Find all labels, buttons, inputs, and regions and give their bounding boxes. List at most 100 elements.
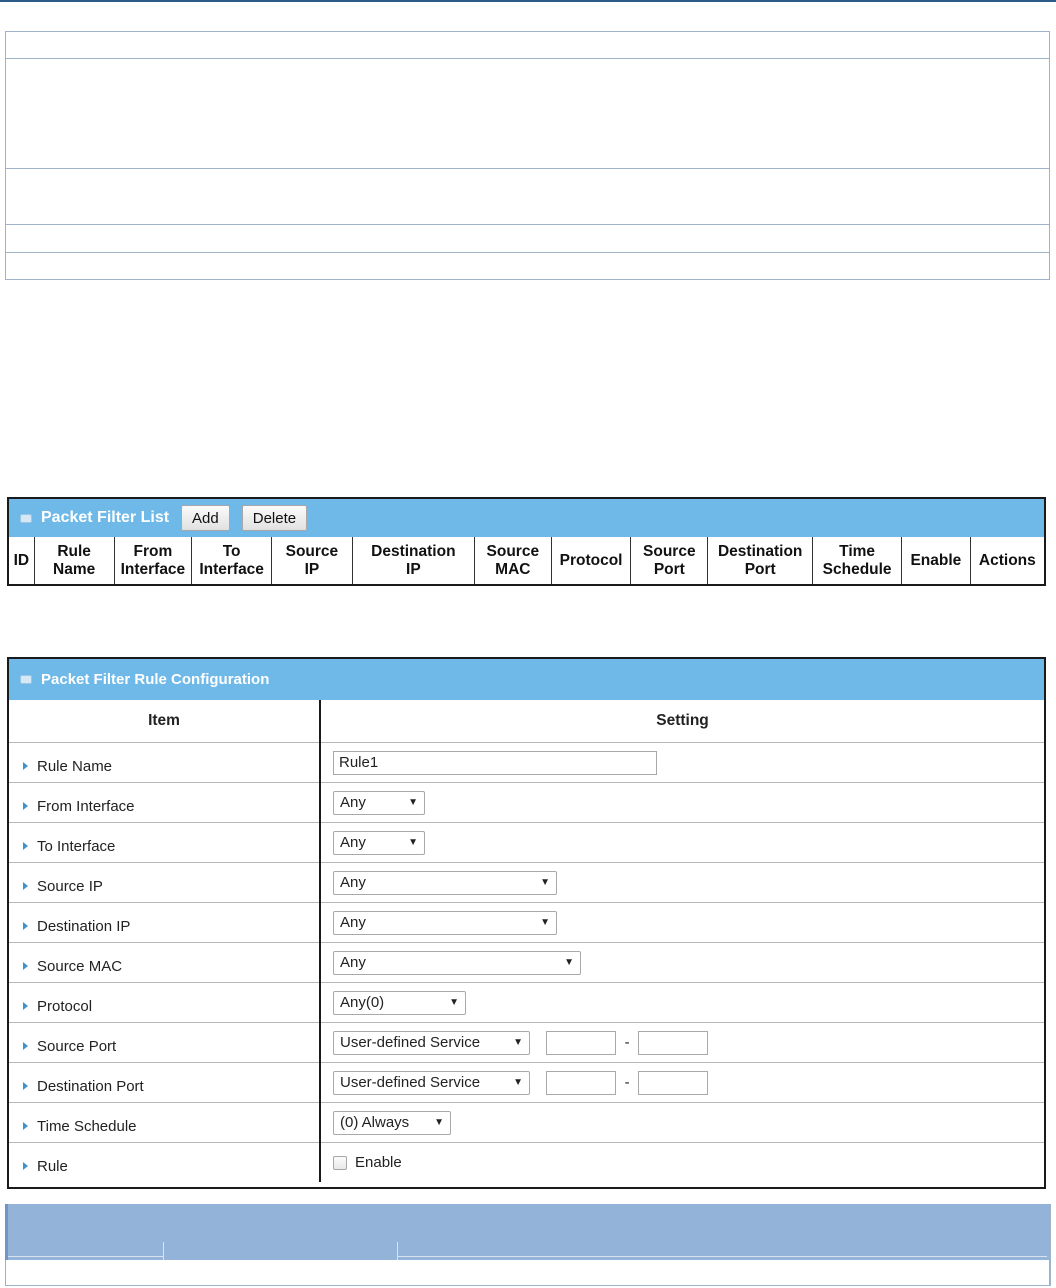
table-divider	[6, 224, 1049, 225]
source-ip-label: Source IP	[37, 878, 103, 895]
column-header: Actions	[978, 551, 1036, 569]
column-header: Source IP	[271, 537, 353, 584]
caret-down-icon: ▼	[540, 877, 550, 888]
source-ip-select[interactable]: Any ▼	[333, 870, 557, 895]
from-interface-label: From Interface	[37, 798, 135, 815]
table-divider	[6, 58, 1049, 59]
caret-down-icon: ▼	[408, 797, 418, 808]
from-interface-select[interactable]: Any ▼	[333, 790, 425, 815]
source-port-service-select[interactable]: User-defined Service ▼	[333, 1030, 530, 1055]
triangle-right-icon	[23, 1002, 28, 1010]
rule-label: Rule	[37, 1158, 68, 1176]
source-port-to-input[interactable]	[638, 1030, 709, 1055]
source-mac-select[interactable]: Any ▼	[333, 950, 581, 975]
column-divider	[397, 1242, 398, 1260]
to-interface-select[interactable]: Any ▼	[333, 830, 425, 855]
destination-ip-label: Destination IP	[37, 918, 131, 935]
destination-port-service-value: User-defined Service	[340, 1074, 481, 1091]
caret-down-icon: ▼	[434, 1117, 444, 1128]
from-interface-row: From Interface Any ▼	[9, 782, 1044, 823]
range-separator: -	[624, 1034, 630, 1051]
protocol-label: Protocol	[37, 998, 93, 1015]
table-header-row: ID Rule Name From Interface To Interface So…	[9, 537, 1044, 584]
column-header: From Interface	[114, 537, 193, 584]
protocol-value: Any(0)	[340, 994, 385, 1011]
table-edge	[1050, 1204, 1051, 1286]
destination-port-service-select[interactable]: User-defined Service ▼	[333, 1070, 530, 1095]
packet-filter-list-header: Packet Filter List Add Delete	[9, 499, 1044, 537]
caret-down-icon: ▼	[564, 957, 574, 968]
rule-configuration-title: Packet Filter Rule Configuration	[41, 671, 270, 688]
rule-enable-checkbox[interactable]	[333, 1156, 347, 1171]
from-interface-value: Any	[340, 794, 366, 811]
column-header: ID	[9, 537, 35, 584]
source-port-label: Source Port	[37, 1038, 117, 1055]
time-schedule-row: Time Schedule (0) Always ▼	[9, 1102, 1044, 1143]
table-header-band	[5, 1204, 1050, 1260]
triangle-right-icon	[23, 922, 28, 930]
destination-ip-select[interactable]: Any ▼	[333, 910, 557, 935]
source-mac-label: Source MAC	[37, 958, 123, 975]
top-rule	[0, 0, 1056, 2]
rule-name-input[interactable]: Rule1	[333, 750, 657, 775]
column-header: Destination Port	[707, 537, 814, 584]
column-divider	[163, 1242, 164, 1260]
column-header: Time Schedule	[812, 537, 903, 584]
column-header: Source MAC	[474, 537, 552, 584]
time-schedule-select[interactable]: (0) Always ▼	[333, 1110, 451, 1135]
destination-port-row: Destination Port User-defined Service ▼ -	[9, 1062, 1044, 1103]
protocol-select[interactable]: Any(0) ▼	[333, 990, 466, 1015]
packet-filter-list-title: Packet Filter List	[41, 509, 170, 526]
rule-configuration-table: Item Setting Rule Name Rule1 From Interf…	[9, 700, 1044, 1182]
destination-port-from-input[interactable]	[546, 1070, 617, 1095]
source-port-row: Source Port User-defined Service ▼ -	[9, 1022, 1044, 1063]
triangle-right-icon	[23, 1042, 28, 1050]
column-header: Protocol	[551, 537, 632, 584]
empty-table-frame	[5, 31, 1050, 280]
column-header: Enable	[901, 537, 971, 584]
caret-down-icon: ▼	[408, 837, 418, 848]
rule-configuration-panel: Packet Filter Rule Configuration Item Se…	[7, 657, 1046, 1189]
rule-name-label: Rule Name	[37, 758, 113, 775]
column-header: Destination IP	[352, 537, 475, 584]
destination-port-to-input[interactable]	[638, 1070, 709, 1095]
source-mac-value: Any	[340, 954, 366, 971]
caret-down-icon: ▼	[540, 917, 550, 928]
triangle-right-icon	[23, 1162, 28, 1171]
source-port-service-value: User-defined Service	[340, 1034, 481, 1051]
source-port-from-input[interactable]	[546, 1030, 617, 1055]
source-ip-value: Any	[340, 874, 366, 891]
band-underline	[8, 1256, 163, 1257]
column-header: To Interface	[191, 537, 273, 584]
triangle-right-icon	[23, 1122, 28, 1130]
to-interface-label: To Interface	[37, 838, 116, 855]
add-button[interactable]: Add	[181, 505, 230, 531]
to-interface-row: To Interface Any ▼	[9, 822, 1044, 863]
time-schedule-label: Time Schedule	[37, 1118, 137, 1135]
triangle-right-icon	[23, 882, 28, 890]
source-mac-row: Source MAC Any ▼	[9, 942, 1044, 983]
rule-enable-row: Rule Enable	[9, 1142, 1044, 1182]
protocol-row: Protocol Any(0) ▼	[9, 982, 1044, 1023]
caret-down-icon: ▼	[513, 1037, 523, 1048]
caret-down-icon: ▼	[449, 997, 459, 1008]
destination-port-label: Destination Port	[37, 1078, 144, 1095]
rule-enable-label: Enable	[355, 1154, 402, 1172]
table-divider	[6, 168, 1049, 169]
panel-bullet-icon	[20, 675, 32, 684]
triangle-right-icon	[23, 762, 28, 770]
rule-name-row: Rule Name Rule1	[9, 742, 1044, 783]
triangle-right-icon	[23, 1082, 28, 1090]
item-column-header: Item	[9, 700, 321, 743]
panel-bullet-icon	[20, 513, 32, 523]
destination-ip-value: Any	[340, 914, 366, 931]
time-schedule-value: (0) Always	[340, 1114, 410, 1131]
column-header: Rule Name	[34, 537, 115, 584]
delete-button[interactable]: Delete	[241, 505, 308, 531]
triangle-right-icon	[23, 962, 28, 970]
column-header: Source Port	[630, 537, 709, 584]
table-divider	[6, 252, 1049, 253]
triangle-right-icon	[23, 802, 28, 810]
triangle-right-icon	[23, 842, 28, 850]
rule-configuration-header: Packet Filter Rule Configuration	[9, 659, 1044, 700]
